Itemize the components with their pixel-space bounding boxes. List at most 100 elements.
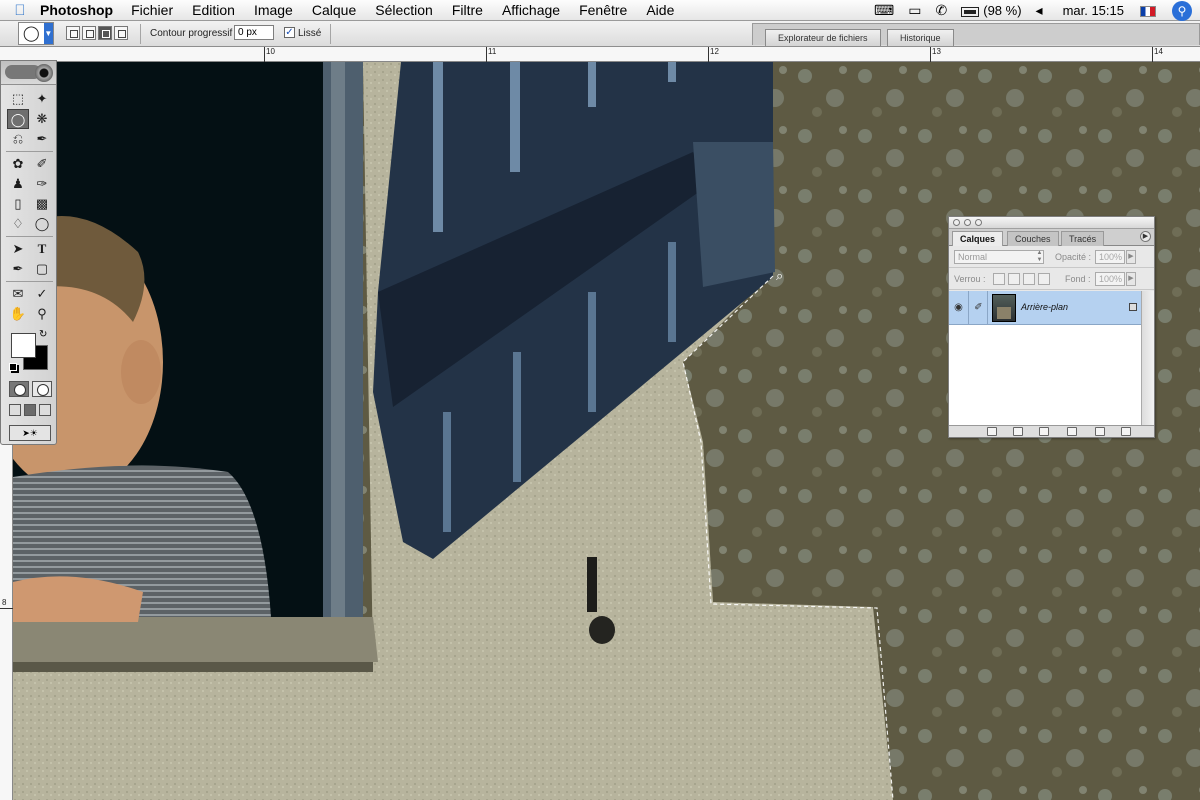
spotlight-icon[interactable]: ⚲ (1172, 0, 1192, 21)
palette-well: Explorateur de fichiers Historique (752, 23, 1200, 46)
full-screen-button[interactable] (39, 404, 51, 416)
polygonal-lasso-tool-icon[interactable]: ◯ (7, 109, 29, 129)
battery-icon[interactable] (961, 3, 980, 19)
lock-all-icon[interactable] (1038, 273, 1050, 285)
lock-pixels-icon[interactable] (1008, 273, 1020, 285)
blend-mode-select[interactable]: Normal (954, 250, 1044, 264)
intersect-selection-button[interactable] (114, 26, 128, 40)
layer-mask-icon[interactable] (1013, 427, 1023, 436)
menu-fenetre[interactable]: Fenêtre (579, 2, 627, 18)
phone-icon[interactable]: ✆ (936, 2, 948, 19)
gradient-tool-icon[interactable]: ▩ (31, 194, 53, 214)
ruler-label: 11 (488, 47, 497, 56)
path-selection-tool-icon[interactable]: ➤ (7, 239, 29, 259)
fill-slider-arrow-icon[interactable]: ▶ (1126, 272, 1136, 286)
new-selection-button[interactable] (66, 26, 80, 40)
layer-style-icon[interactable] (987, 427, 997, 436)
subtract-from-selection-button[interactable] (98, 26, 112, 40)
shape-tool-icon[interactable]: ▢ (31, 259, 53, 279)
healing-brush-tool-icon[interactable]: ✿ (7, 154, 29, 174)
default-colors-icon[interactable] (9, 363, 17, 371)
crop-tool-icon[interactable]: ⎌ (7, 129, 29, 149)
fill-input[interactable]: 100% (1095, 272, 1125, 286)
quick-mask-mode-button[interactable] (32, 381, 52, 397)
new-group-icon[interactable] (1039, 427, 1049, 436)
blur-tool-icon[interactable]: ♢ (7, 214, 29, 234)
marquee-tool-icon[interactable]: ⬚ (7, 89, 29, 109)
move-tool-icon[interactable]: ✦ (31, 89, 53, 109)
menu-aide[interactable]: Aide (646, 2, 674, 18)
tool-preset-picker[interactable]: ◯ ▼ (18, 22, 54, 45)
tab-couches[interactable]: Couches (1007, 231, 1059, 246)
menu-selection[interactable]: Sélection (375, 2, 433, 18)
palette-menu-icon[interactable]: ▶ (1140, 231, 1151, 242)
menu-calque[interactable]: Calque (312, 2, 356, 18)
add-to-selection-button[interactable] (82, 26, 96, 40)
pen-tool-icon[interactable]: ✒ (7, 259, 29, 279)
jump-to-imageready-button[interactable]: ➤☀ (9, 425, 51, 441)
tab-calques[interactable]: Calques (952, 231, 1004, 246)
tab-traces[interactable]: Tracés (1061, 231, 1105, 246)
standard-screen-button[interactable] (9, 404, 21, 416)
ruler-label: 14 (1154, 47, 1163, 56)
smooth-label: Lissé (298, 28, 322, 39)
flag-icon[interactable] (1140, 3, 1156, 19)
opacity-input[interactable]: 100% (1095, 250, 1125, 264)
opacity-slider-arrow-icon[interactable]: ▶ (1126, 250, 1136, 264)
full-screen-menu-button[interactable] (24, 404, 36, 416)
close-icon[interactable] (953, 219, 960, 226)
standard-mode-button[interactable] (9, 381, 29, 397)
history-brush-tool-icon[interactable]: ✑ (31, 174, 53, 194)
eyedropper-tool-icon[interactable]: ✓ (31, 284, 53, 304)
layers-scrollbar[interactable] (1141, 291, 1154, 425)
ruler-label: 10 (266, 47, 275, 56)
battery-percentage: (98 %) (983, 3, 1022, 18)
menu-app-name[interactable]: Photoshop (40, 2, 113, 18)
lock-row: Verrou : Fond : 100% ▶ (949, 268, 1154, 290)
menu-edition[interactable]: Edition (192, 2, 235, 18)
slice-tool-icon[interactable]: ✒ (31, 129, 53, 149)
feather-input[interactable] (234, 25, 274, 40)
apple-menu-icon[interactable]:  (0, 2, 40, 19)
menu-clock[interactable]: mar. 15:15 (1063, 3, 1124, 18)
lock-transparency-icon[interactable] (993, 273, 1005, 285)
layer-lock-icon (1129, 303, 1137, 311)
type-tool-icon[interactable]: T (31, 239, 53, 259)
layer-name[interactable]: Arrière-plan (1021, 302, 1068, 312)
minimize-icon[interactable] (964, 219, 971, 226)
magic-wand-tool-icon[interactable]: ❋ (31, 109, 53, 129)
menu-filtre[interactable]: Filtre (452, 2, 483, 18)
brush-tool-icon[interactable]: ✐ (31, 154, 53, 174)
well-tab-file-browser[interactable]: Explorateur de fichiers (765, 29, 881, 46)
layer-thumbnail (992, 294, 1016, 322)
foreground-color-swatch[interactable] (11, 333, 36, 358)
visibility-eye-icon[interactable]: ◉ (949, 291, 969, 325)
eraser-tool-icon[interactable]: ▯ (7, 194, 29, 214)
layers-list: ◉ ✐ Arrière-plan (949, 291, 1141, 425)
tool-palette-header[interactable] (1, 61, 56, 85)
volume-icon[interactable]: ◂ (1036, 2, 1043, 19)
new-layer-icon[interactable] (1095, 427, 1105, 436)
zoom-icon[interactable] (975, 219, 982, 226)
options-separator (330, 24, 331, 44)
menu-fichier[interactable]: Fichier (131, 2, 173, 18)
menu-image[interactable]: Image (254, 2, 293, 18)
swap-colors-icon[interactable]: ↻ (39, 329, 47, 340)
display-icon[interactable]: ▭ (908, 2, 921, 19)
notes-tool-icon[interactable]: ✉ (7, 284, 29, 304)
trash-icon[interactable] (1121, 427, 1131, 436)
keyboard-icon[interactable]: ⌨ (874, 2, 894, 19)
adjustment-layer-icon[interactable] (1067, 427, 1077, 436)
zoom-tool-icon[interactable]: ⚲ (31, 304, 53, 324)
dodge-tool-icon[interactable]: ◯ (31, 214, 53, 234)
hand-tool-icon[interactable]: ✋ (7, 304, 29, 324)
smooth-checkbox[interactable]: ✓ (284, 27, 295, 38)
stamp-tool-icon[interactable]: ♟ (7, 174, 29, 194)
layer-row[interactable]: ◉ ✐ Arrière-plan (949, 291, 1141, 325)
palette-titlebar[interactable] (949, 217, 1154, 229)
lock-position-icon[interactable] (1023, 273, 1035, 285)
layer-brush-icon[interactable]: ✐ (970, 291, 988, 325)
horizontal-ruler[interactable]: 10 11 12 13 14 (0, 47, 1200, 62)
menu-affichage[interactable]: Affichage (502, 2, 560, 18)
well-tab-history[interactable]: Historique (887, 29, 954, 46)
